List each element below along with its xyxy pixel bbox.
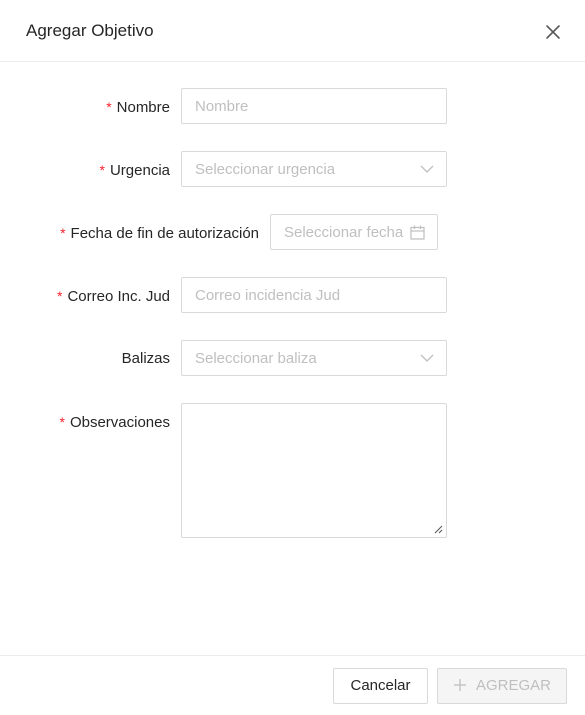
required-mark: * <box>99 162 105 178</box>
balizas-select[interactable]: Seleccionar baliza <box>181 340 447 376</box>
chevron-down-icon <box>420 165 434 173</box>
required-mark: * <box>57 288 63 304</box>
observaciones-label: * Observaciones <box>59 412 170 433</box>
urgencia-select[interactable]: Seleccionar urgencia <box>181 151 447 187</box>
correo-label: * Correo Inc. Jud <box>57 286 170 307</box>
nombre-label-text: Nombre <box>116 99 170 116</box>
resize-handle-icon[interactable] <box>433 524 443 534</box>
plus-icon <box>453 678 466 691</box>
chevron-down-icon <box>420 354 434 362</box>
fecha-placeholder: Seleccionar fecha <box>284 224 404 241</box>
nombre-label: * Nombre <box>106 97 170 118</box>
cancel-button[interactable]: Cancelar <box>333 668 428 704</box>
urgencia-label: * Urgencia <box>100 160 170 181</box>
fecha-picker[interactable]: Seleccionar fecha <box>270 214 438 250</box>
close-icon <box>546 25 560 39</box>
nombre-field[interactable] <box>181 88 447 124</box>
dialog-header: Agregar Objetivo <box>0 0 585 62</box>
add-button-label: AGREGAR <box>475 677 551 694</box>
close-button[interactable] <box>540 19 566 45</box>
required-mark: * <box>106 99 112 115</box>
correo-field[interactable] <box>181 277 447 313</box>
required-mark: * <box>59 414 65 430</box>
nombre-input[interactable] <box>182 89 446 123</box>
dialog-title: Agregar Objetivo <box>26 21 154 40</box>
balizas-placeholder: Seleccionar baliza <box>195 350 317 367</box>
required-mark: * <box>60 225 66 241</box>
observaciones-label-text: Observaciones <box>69 414 170 431</box>
fecha-label: * Fecha de fin de autorización <box>60 223 259 244</box>
balizas-label: Balizas <box>121 350 170 367</box>
observaciones-textarea[interactable] <box>181 403 447 538</box>
fecha-label-text: Fecha de fin de autorización <box>70 225 259 242</box>
dialog-footer: Cancelar AGREGAR <box>0 655 585 715</box>
urgencia-placeholder: Seleccionar urgencia <box>195 161 336 178</box>
urgencia-label-text: Urgencia <box>109 162 170 179</box>
correo-label-text: Correo Inc. Jud <box>67 288 170 305</box>
add-objective-dialog: Agregar Objetivo *Nombre *Urgencia Selec… <box>0 0 585 715</box>
add-button[interactable]: AGREGAR <box>437 668 567 704</box>
calendar-icon <box>410 225 425 240</box>
correo-input[interactable] <box>182 278 446 312</box>
